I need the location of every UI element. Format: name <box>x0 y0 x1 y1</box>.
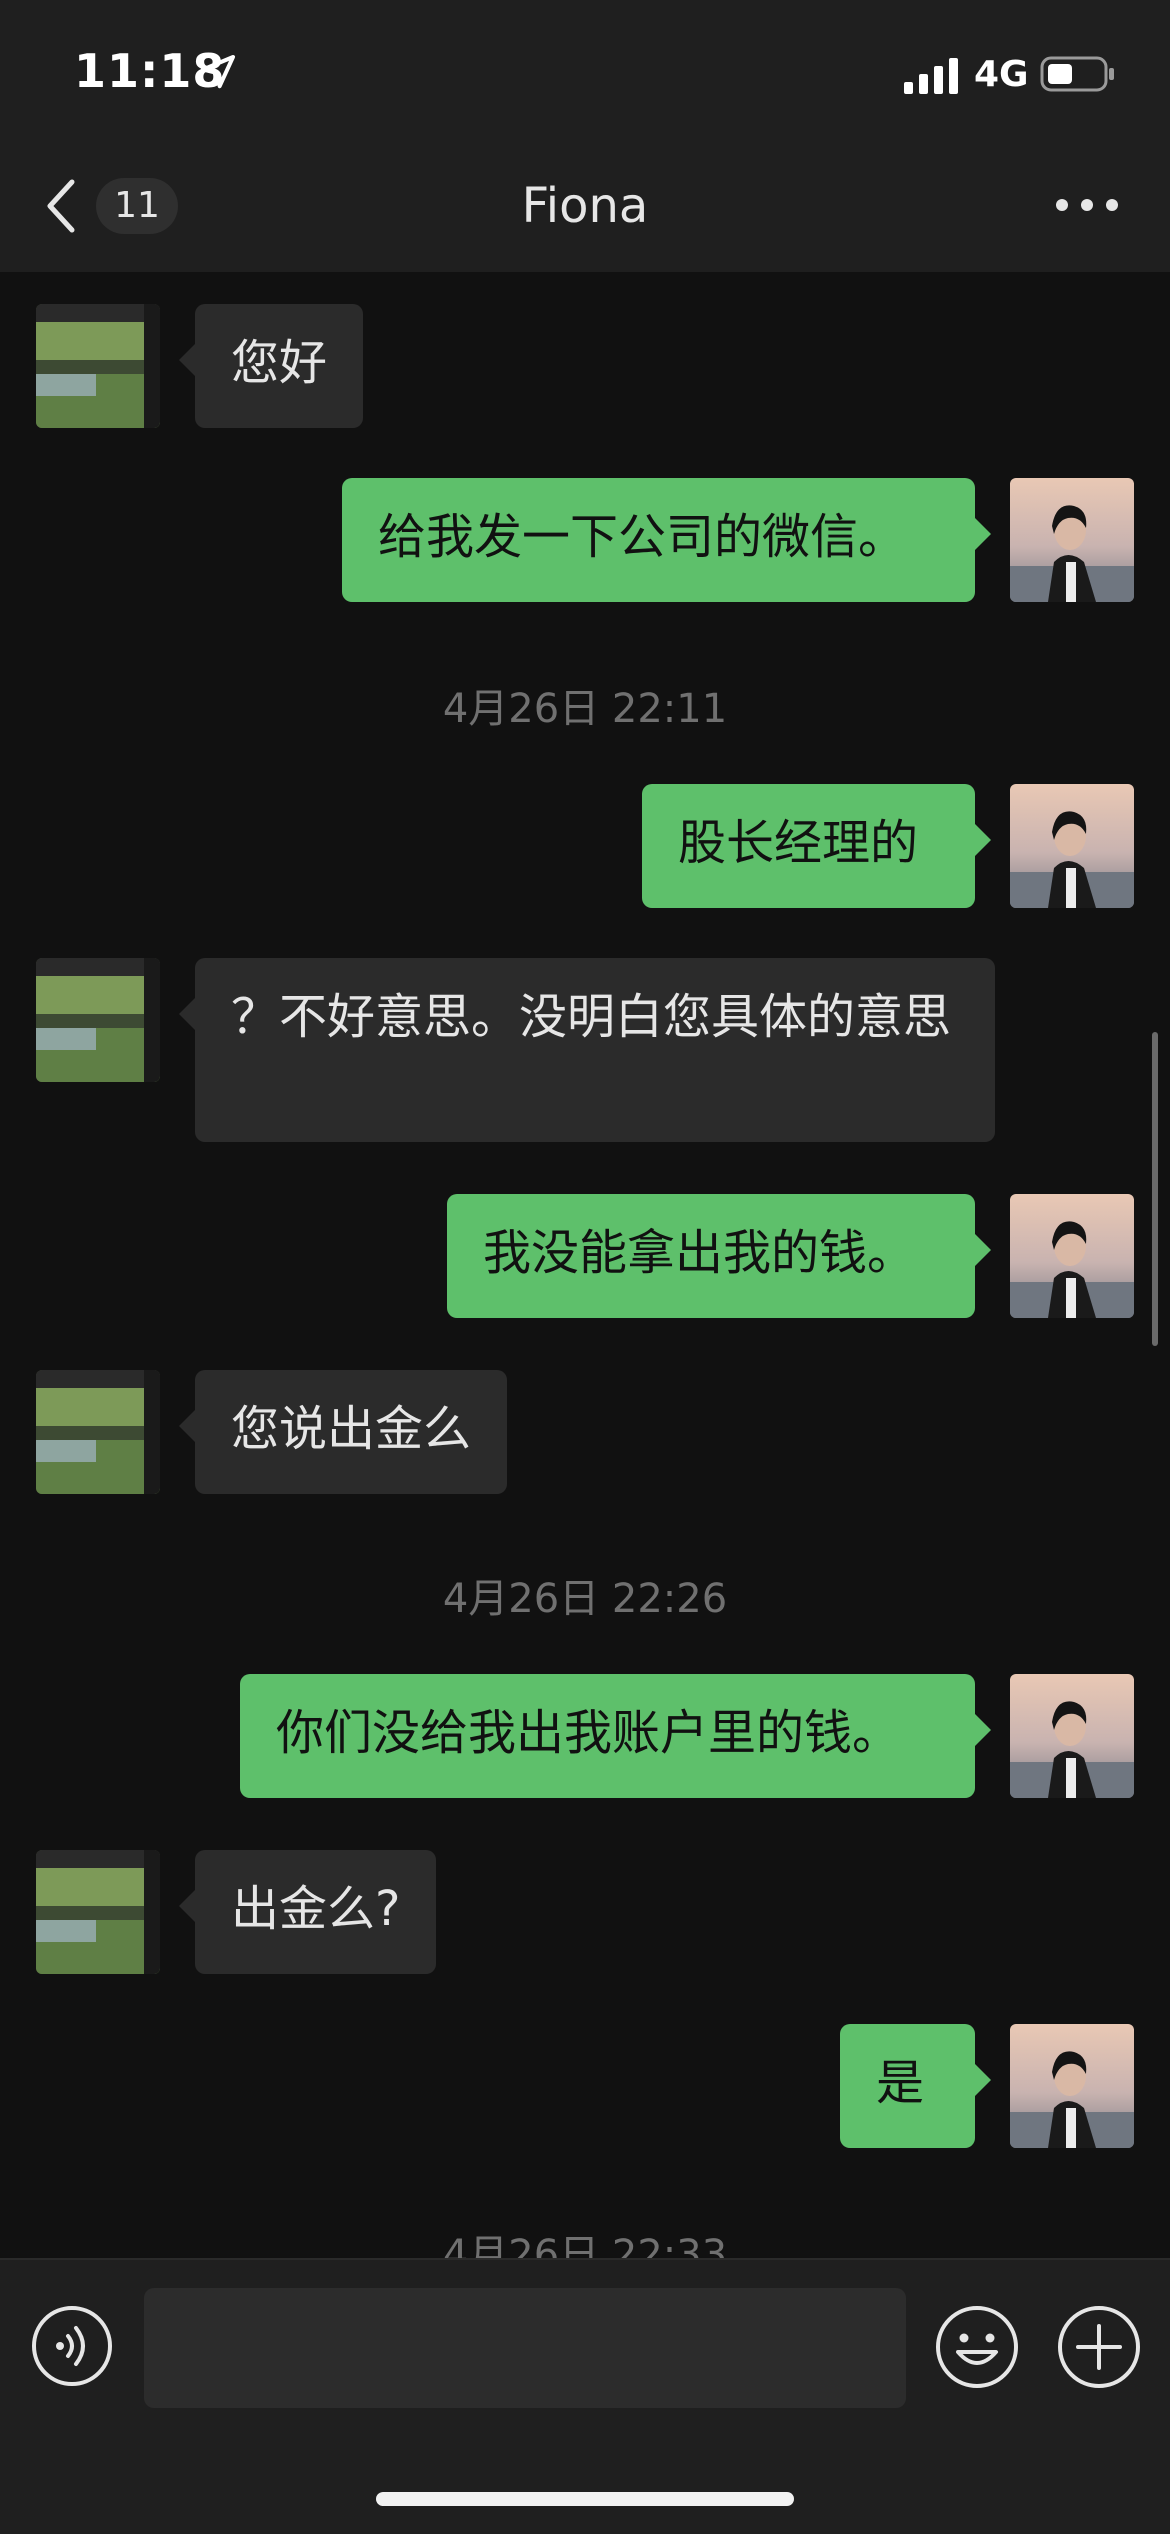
location-arrow-icon <box>201 55 235 89</box>
my-avatar[interactable] <box>1010 2024 1134 2148</box>
emoji-icon[interactable] <box>934 2304 1020 2390</box>
outgoing-message[interactable]: 给我发一下公司的微信。 <box>342 478 991 602</box>
incoming-message[interactable]: 您说出金么 <box>178 1370 508 1494</box>
contact-avatar[interactable] <box>36 1850 160 1974</box>
voice-icon[interactable] <box>30 2304 114 2388</box>
incoming-message[interactable]: 您好 <box>178 304 364 428</box>
contact-avatar[interactable] <box>36 304 160 428</box>
contact-avatar[interactable] <box>36 1370 160 1494</box>
outgoing-message[interactable]: 股长经理的 <box>642 784 991 908</box>
scrollbar[interactable] <box>1152 1032 1158 1346</box>
home-indicator <box>376 2492 794 2506</box>
chat-title: Fiona <box>521 178 649 234</box>
outgoing-message[interactable]: 你们没给我出我账户里的钱。 <box>240 1674 991 1798</box>
contact-avatar[interactable] <box>36 958 160 1082</box>
status-bar: 11:18 4G <box>0 0 1170 140</box>
message-timestamp: 4月26日 22:33 <box>442 2232 728 2258</box>
my-avatar[interactable] <box>1010 1194 1134 1318</box>
signal-icon <box>904 58 958 94</box>
message-timestamp: 4月26日 22:26 <box>442 1576 728 1622</box>
more-dots-icon[interactable] <box>1052 180 1122 230</box>
battery-icon <box>1040 56 1114 92</box>
input-bar <box>0 2258 1170 2534</box>
message-timestamp: 4月26日 22:11 <box>442 686 728 732</box>
outgoing-message[interactable]: 我没能拿出我的钱。 <box>447 1194 991 1318</box>
my-avatar[interactable] <box>1010 1674 1134 1798</box>
chat-header: 11 Fiona <box>0 140 1170 274</box>
outgoing-message[interactable]: 是 <box>840 2024 991 2148</box>
my-avatar[interactable] <box>1010 784 1134 908</box>
incoming-message[interactable]: 出金么? <box>178 1850 437 1974</box>
message-input[interactable] <box>144 2288 906 2408</box>
incoming-message[interactable]: ？不好意思。没明白您具体的意思 <box>179 958 995 1142</box>
plus-icon[interactable] <box>1056 2304 1142 2390</box>
network-type: 4G <box>974 54 1029 95</box>
my-avatar[interactable] <box>1010 478 1134 602</box>
message-list[interactable]: 您好 给我发一下公司的微信。 4月26日 22:11 股长经理的 ？不好意思。没… <box>0 272 1170 2258</box>
